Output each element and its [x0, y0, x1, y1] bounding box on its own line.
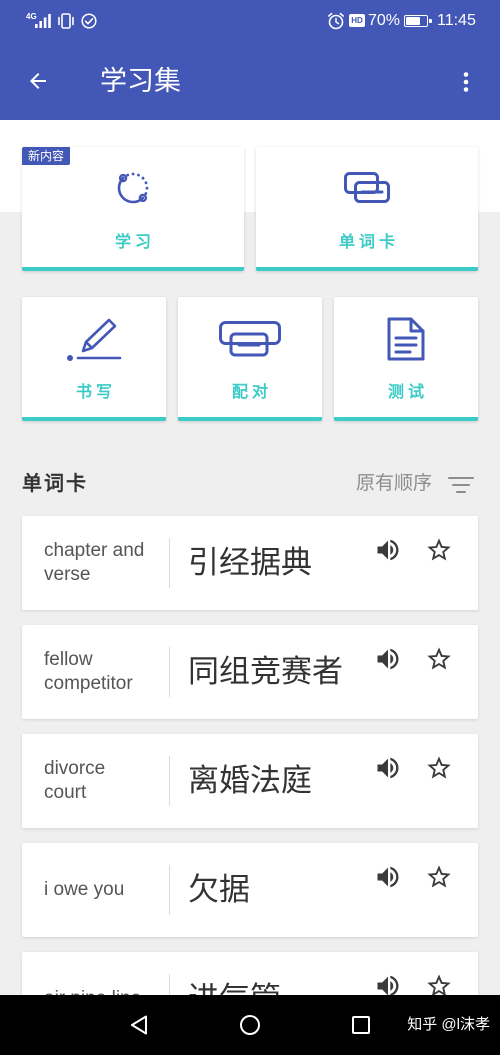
term-actions	[374, 863, 453, 891]
new-content-badge: 新内容	[22, 147, 71, 165]
test-icon	[387, 317, 425, 361]
battery-icon	[404, 15, 432, 27]
home-nav-icon[interactable]	[239, 1014, 261, 1036]
term-actions	[374, 972, 453, 995]
hd-icon: HD	[349, 14, 365, 27]
term-actions	[374, 645, 453, 673]
alarm-icon	[327, 12, 345, 30]
recents-nav-icon[interactable]	[350, 1014, 372, 1036]
vibrate-icon	[58, 13, 74, 29]
term-list: chapter and verse 引经据典 fellow competitor…	[22, 516, 478, 995]
speaker-icon[interactable]	[374, 754, 402, 782]
study-mode-label: 配对	[231, 384, 272, 401]
system-nav-bar: 知乎 @l沫孝	[0, 995, 500, 1055]
study-mode-flashcards[interactable]: 单词卡	[256, 147, 478, 271]
term-card: fellow competitor 同组竞赛者	[22, 625, 478, 719]
star-outline-icon[interactable]	[425, 536, 453, 564]
study-mode-label: 单词卡	[338, 234, 399, 251]
term-text: chapter and verse	[44, 540, 145, 585]
term-text: i owe you	[44, 879, 125, 900]
study-mode-write[interactable]: 书写	[22, 297, 166, 421]
term-text: air pipe line	[44, 987, 169, 995]
battery-level	[406, 17, 420, 25]
sort-order-button[interactable]: 原有顺序	[356, 472, 432, 496]
battery-percent: 70%	[368, 12, 401, 29]
main-content: 新内容 学习 单词卡 书写 配对 测试 单词卡 原有顺序 chapter and…	[0, 120, 500, 995]
speaker-icon[interactable]	[374, 863, 402, 891]
back-nav-icon[interactable]	[129, 1014, 151, 1036]
study-mode-label: 测试	[387, 384, 428, 401]
term-card: air pipe line 进气管	[22, 952, 478, 995]
term-actions	[374, 754, 453, 782]
learn-icon	[117, 172, 149, 204]
term-text: fellow competitor	[44, 649, 133, 694]
check-circle-icon	[81, 13, 97, 29]
study-mode-test[interactable]: 测试	[334, 297, 478, 421]
study-mode-label: 学习	[114, 234, 155, 251]
speaker-icon[interactable]	[374, 972, 402, 995]
study-mode-match[interactable]: 配对	[178, 297, 322, 421]
term-card: i owe you 欠据	[22, 843, 478, 937]
speaker-icon[interactable]	[374, 645, 402, 673]
flashcards-icon	[344, 172, 390, 203]
study-mode-learn[interactable]: 新内容 学习	[22, 147, 244, 271]
watermark: 知乎 @l沫孝	[407, 1016, 490, 1033]
star-outline-icon[interactable]	[425, 754, 453, 782]
term-actions	[374, 536, 453, 564]
write-icon	[67, 318, 122, 361]
app-bar: 学习集	[0, 42, 500, 120]
term-card: chapter and verse 引经据典	[22, 516, 478, 610]
sort-icon[interactable]	[448, 476, 474, 494]
page-title: 学习集	[100, 66, 181, 96]
term-card: divorce court 离婚法庭	[22, 734, 478, 828]
status-bar: 4G HD 70% 11:45	[0, 0, 500, 42]
arrow-back-icon[interactable]	[26, 69, 50, 93]
more-vert-icon[interactable]	[454, 70, 478, 94]
star-outline-icon[interactable]	[425, 645, 453, 673]
signal-icon	[35, 14, 51, 28]
term-text: divorce court	[44, 758, 106, 803]
star-outline-icon[interactable]	[425, 972, 453, 995]
study-mode-label: 书写	[75, 384, 116, 401]
match-icon	[219, 321, 281, 357]
star-outline-icon[interactable]	[425, 863, 453, 891]
speaker-icon[interactable]	[374, 536, 402, 564]
terms-section-title: 单词卡	[22, 473, 88, 495]
clock: 11:45	[437, 12, 476, 29]
